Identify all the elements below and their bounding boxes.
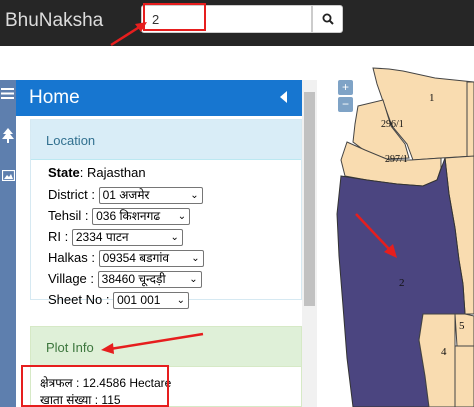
- panel-body: Location State: Rajasthan District : 01 …: [16, 116, 302, 407]
- village-select[interactable]: 38460 चून्दड़ी ⌄: [97, 271, 202, 289]
- layers-tree-icon[interactable]: [0, 128, 16, 144]
- ri-row: RI : 2334 पाटन ⌄: [48, 229, 183, 247]
- village-row: Village : 38460 चून्दड़ी ⌄: [48, 271, 202, 289]
- tool-strip: [0, 80, 16, 407]
- district-value: 01 अजमेर: [102, 188, 150, 203]
- district-row: District : 01 अजमेर ⌄: [48, 187, 203, 205]
- zoom-in-button[interactable]: +: [338, 80, 353, 95]
- ri-label: RI :: [48, 229, 69, 244]
- village-value: 38460 चून्दड़ी: [101, 272, 166, 287]
- state-label: State: [48, 165, 80, 180]
- chevron-down-icon: ⌄: [177, 211, 187, 223]
- sheet-row: Sheet No : 001 001 ⌄: [48, 292, 190, 310]
- menu-hamburger-icon[interactable]: [1, 88, 14, 99]
- plot-label-296-1: 296/1: [381, 119, 404, 130]
- ri-value: 2334 पाटन: [75, 230, 129, 245]
- search-icon: [322, 13, 334, 25]
- plot-label-5: 5: [459, 320, 465, 332]
- plot-label-297-1: 297/1: [385, 154, 408, 165]
- zoom-out-button[interactable]: −: [338, 97, 353, 112]
- chevron-down-icon: ⌄: [176, 295, 186, 307]
- plot-search-input[interactable]: [141, 5, 312, 33]
- sheet-select[interactable]: 001 001 ⌄: [113, 292, 190, 310]
- district-select[interactable]: 01 अजमेर ⌄: [98, 187, 203, 205]
- state-row: State: Rajasthan: [48, 165, 146, 180]
- village-label: Village :: [48, 271, 95, 286]
- halkas-label: Halkas :: [48, 250, 95, 265]
- sheet-value: 001 001: [117, 293, 161, 308]
- location-panel: Location State: Rajasthan District : 01 …: [30, 119, 302, 310]
- search-button[interactable]: [312, 5, 343, 33]
- collapse-left-icon[interactable]: [280, 91, 288, 103]
- plot-label-2: 2: [399, 277, 405, 289]
- panel-scrollbar[interactable]: [302, 80, 317, 407]
- top-bar: BhuNaksha: [0, 0, 474, 46]
- parcel-5[interactable]: [454, 313, 474, 347]
- scrollbar-thumb[interactable]: [304, 92, 315, 306]
- ri-select[interactable]: 2334 पाटन ⌄: [71, 229, 183, 247]
- halkas-value: 09354 बडगांव: [102, 251, 170, 266]
- sheet-label: Sheet No :: [48, 292, 110, 307]
- tehsil-label: Tehsil :: [48, 208, 89, 223]
- location-heading: Location: [31, 120, 301, 160]
- halkas-row: Halkas : 09354 बडगांव ⌄: [48, 250, 204, 268]
- plot-info-heading: Plot Info: [31, 327, 301, 367]
- chevron-down-icon: ⌄: [190, 190, 199, 202]
- app-brand[interactable]: BhuNaksha: [5, 10, 103, 32]
- chevron-down-icon: ⌄: [170, 232, 179, 244]
- panel-header: Home: [1, 80, 302, 116]
- tehsil-select[interactable]: 036 किशनगढ ⌄: [92, 208, 191, 226]
- chevron-down-icon: ⌄: [189, 274, 198, 286]
- state-value: : Rajasthan: [79, 165, 146, 180]
- khata-info: खाता संख्या : 115: [40, 393, 121, 407]
- district-label: District :: [48, 187, 95, 202]
- plot-info-panel: Plot Info क्षेत्रफल : 12.4586 Hectare खा…: [30, 326, 302, 407]
- image-icon[interactable]: [0, 170, 16, 181]
- parcel-south-east[interactable]: [454, 345, 474, 407]
- halkas-select[interactable]: 09354 बडगांव ⌄: [98, 250, 204, 268]
- panel-title: Home: [29, 87, 80, 108]
- area-info: क्षेत्रफल : 12.4586 Hectare: [40, 376, 172, 390]
- tehsil-value: 036 किशनगढ: [96, 209, 161, 224]
- plot-label-1: 1: [429, 92, 435, 104]
- tehsil-row: Tehsil : 036 किशनगढ ⌄: [48, 208, 191, 226]
- chevron-down-icon: ⌄: [191, 253, 200, 265]
- plot-label-4: 4: [441, 346, 447, 358]
